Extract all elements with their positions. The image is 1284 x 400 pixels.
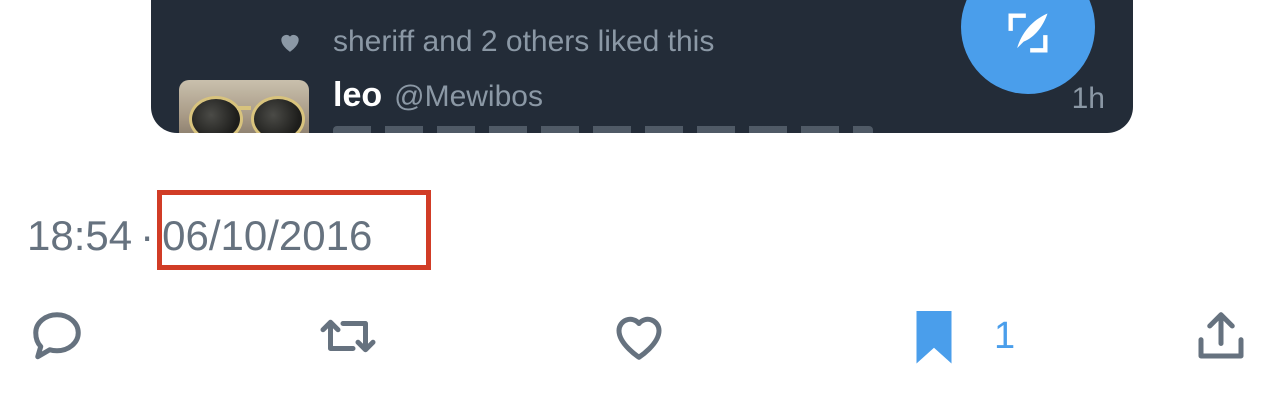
sunglasses-lens-right <box>251 96 305 133</box>
share-button[interactable] <box>1191 306 1251 366</box>
author-name[interactable]: leo <box>333 76 382 115</box>
timestamp-separator: · <box>140 212 155 259</box>
heart-icon <box>616 316 662 360</box>
tweet-author-header[interactable]: leo @Mewibos <box>333 76 543 115</box>
reply-button[interactable] <box>27 306 87 366</box>
author-handle[interactable]: @Mewibos <box>394 80 543 114</box>
sunglasses-bridge <box>237 106 251 110</box>
share-icon <box>1198 312 1244 359</box>
liked-by-row: sheriff and 2 others liked this <box>277 20 714 64</box>
sunglasses-lens-left <box>189 96 243 133</box>
tweet-time-ago: 1h <box>1071 82 1105 115</box>
bookmark-count: 1 <box>994 314 1016 357</box>
liked-by-text: sheriff and 2 others liked this <box>333 25 715 58</box>
bookmark-icon <box>916 311 952 364</box>
tweet-time: 18:54 <box>27 212 133 259</box>
tweet-text-clipped <box>333 126 873 133</box>
reply-icon <box>33 312 81 360</box>
feather-compose-icon <box>1008 13 1048 53</box>
heart-icon <box>281 34 299 52</box>
date-highlight-box <box>157 190 431 270</box>
bookmark-button[interactable]: 1 <box>904 306 1015 366</box>
retweet-icon <box>320 319 376 353</box>
retweet-button[interactable] <box>318 306 378 366</box>
like-button[interactable] <box>609 306 669 366</box>
avatar[interactable] <box>179 80 309 133</box>
